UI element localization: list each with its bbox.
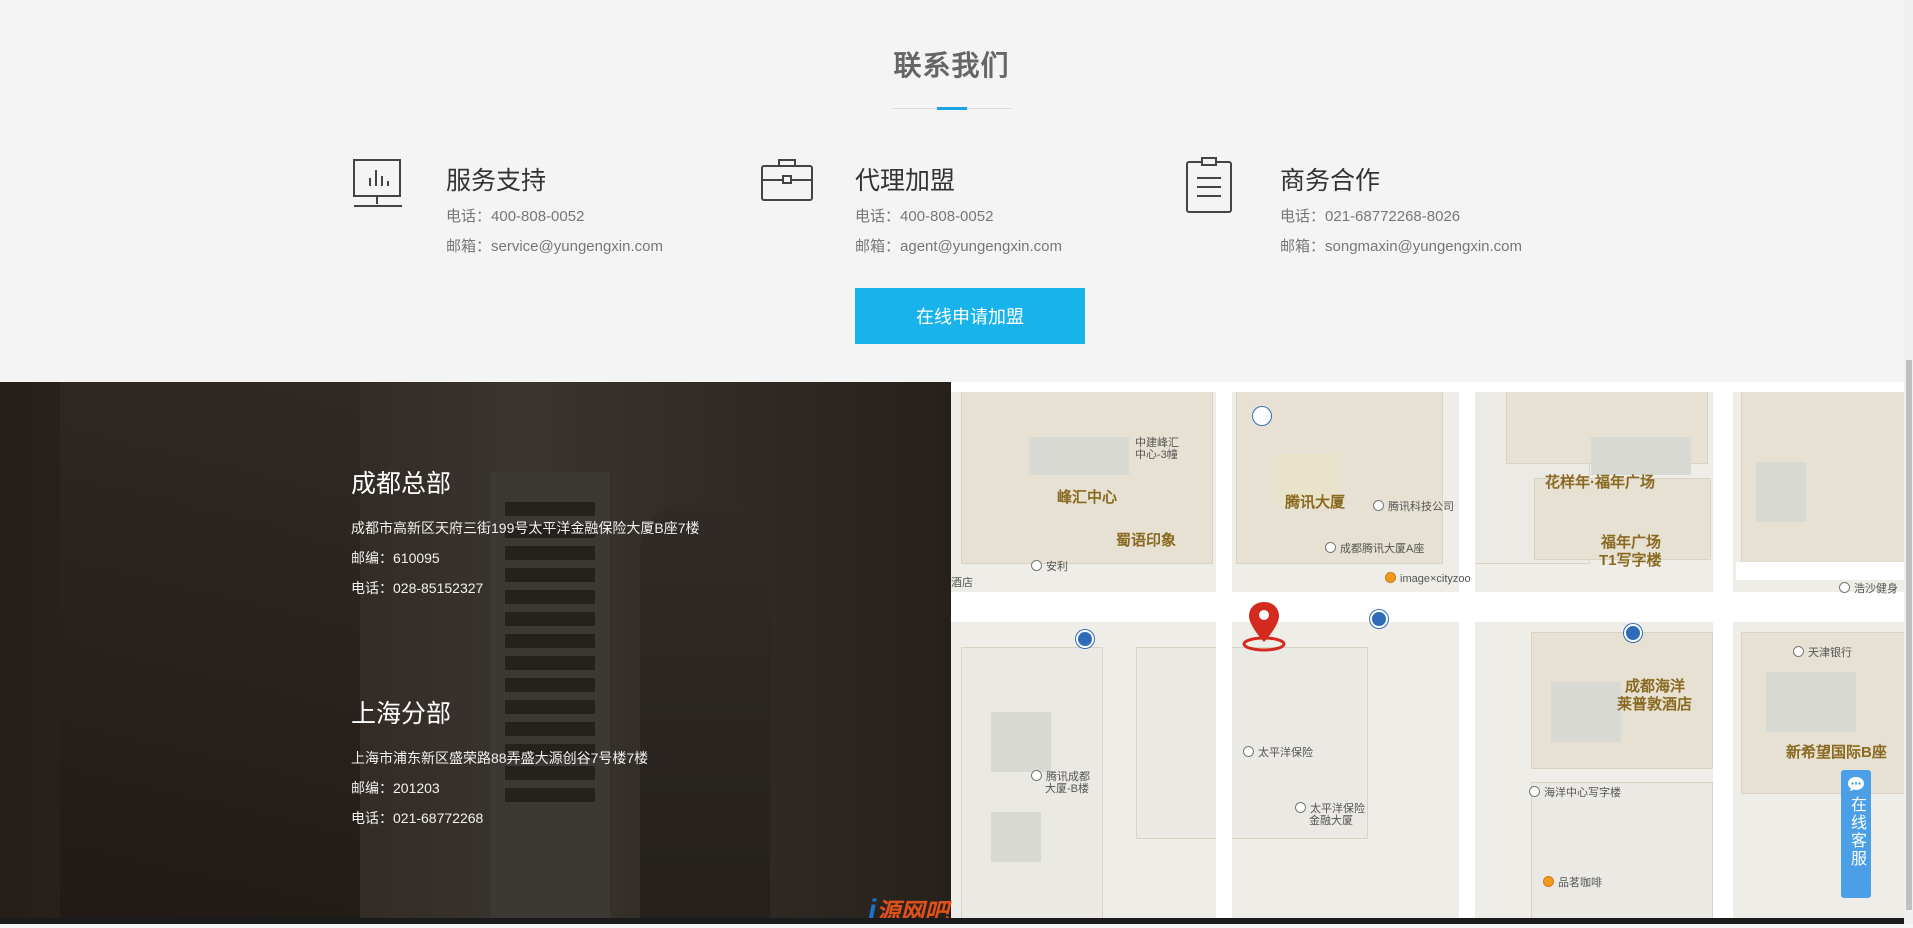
map-label: 成都海洋 <box>1625 678 1686 695</box>
apply-online-button[interactable]: 在线申请加盟 <box>855 288 1085 344</box>
map-poi: 浩沙健身 <box>1839 580 1898 596</box>
location-pin-icon[interactable] <box>1241 600 1287 652</box>
map-poi: 金融大厦 <box>1309 815 1353 827</box>
background-overlay <box>0 382 951 918</box>
map-label: 蜀语印象 <box>1116 532 1177 549</box>
contact-section: 联系我们 服务支持 电话：400-808-0052 邮箱：service@yun… <box>0 0 1913 382</box>
clipboard-icon <box>1186 157 1232 213</box>
office-zip: 邮编：610095 <box>351 550 440 566</box>
map-label: T1写字楼 <box>1599 552 1662 569</box>
map-poi: 海洋中心写字楼 <box>1529 784 1621 800</box>
map-label: 峰汇中心 <box>1057 489 1118 506</box>
map-road <box>1216 382 1232 918</box>
map-poi: 酒店 <box>951 577 973 589</box>
online-service-button[interactable]: 在线客服 <box>1841 770 1871 898</box>
map-block <box>1531 782 1713 918</box>
bus-stop-icon <box>1370 610 1388 628</box>
card-phone: 电话：400-808-0052 <box>855 208 994 225</box>
chat-bubble-icon <box>1848 777 1864 791</box>
office-zip: 邮编：201203 <box>351 780 440 796</box>
office-chengdu: 成都总部 成都市高新区天府三街199号太平洋金融保险大厦B座7楼 邮编：6100… <box>351 464 699 596</box>
map-label: 腾讯大厦 <box>1285 494 1346 511</box>
map-road <box>951 592 1904 622</box>
parking-icon <box>1253 407 1271 425</box>
map-building <box>1551 682 1621 742</box>
map-label: 莱普敦酒店 <box>1617 696 1693 713</box>
map-poi: 品茗咖啡 <box>1543 874 1602 890</box>
map-poi: 安利 <box>1031 558 1068 574</box>
map-building <box>1766 672 1856 732</box>
map-label: 新希望国际B座 <box>1786 744 1887 761</box>
bus-stop-icon <box>1624 624 1642 642</box>
map-building <box>1591 437 1691 475</box>
card-phone: 电话：400-808-0052 <box>446 208 585 225</box>
bus-stop-icon <box>1076 630 1094 648</box>
card-email[interactable]: 邮箱：agent@yungengxin.com <box>855 235 1062 256</box>
map-poi: 天津银行 <box>1793 644 1852 660</box>
monitor-chart-icon <box>353 159 402 207</box>
map-building <box>1029 437 1129 475</box>
online-service-label: 在线客服 <box>1848 796 1865 868</box>
map-poi: 腾讯科技公司 <box>1373 498 1454 514</box>
office-phone: 电话：028-85152327 <box>351 580 484 596</box>
map-poi: 成都腾讯大厦A座 <box>1325 540 1424 556</box>
map-poi: 太平洋保险 <box>1243 744 1313 760</box>
card-email[interactable]: 邮箱：service@yungengxin.com <box>446 235 663 256</box>
card-email[interactable]: 邮箱：songmaxin@yungengxin.com <box>1280 235 1522 256</box>
map-building <box>1756 462 1806 522</box>
office-name: 上海分部 <box>351 700 452 728</box>
map-road <box>1736 562 1904 580</box>
office-panel: 成都总部 成都市高新区天府三街199号太平洋金融保险大厦B座7楼 邮编：6100… <box>0 382 951 918</box>
office-shanghai: 上海分部 上海市浦东新区盛荣路88弄盛大源创谷7号楼7楼 邮编：201203 电… <box>351 694 648 826</box>
title-divider-accent <box>937 107 967 110</box>
map-building <box>991 812 1041 862</box>
card-title: 服务支持 <box>446 167 547 195</box>
map-poi: 大厦-B楼 <box>1045 783 1089 795</box>
card-title: 代理加盟 <box>855 167 956 195</box>
office-address: 成都市高新区天府三街199号太平洋金融保险大厦B座7楼 <box>351 520 700 536</box>
map-building <box>991 712 1051 772</box>
scrollbar-thumb[interactable] <box>1906 360 1912 910</box>
location-map[interactable]: 峰汇中心 蜀语印象 腾讯大厦 花样年·福年广场 福年广场 T1写字楼 成都海洋 … <box>951 382 1904 918</box>
bottom-bar <box>0 918 1913 924</box>
map-road <box>1713 382 1733 918</box>
map-label: 福年广场 <box>1601 534 1662 551</box>
office-address: 上海市浦东新区盛荣路88弄盛大源创谷7号楼7楼 <box>351 750 649 766</box>
map-road <box>1459 382 1475 918</box>
card-phone: 电话：021-68772268-8026 <box>1280 208 1461 225</box>
map-road <box>951 382 1904 392</box>
map-label: 花样年·福年广场 <box>1545 474 1655 491</box>
section-title: 联系我们 <box>893 50 1010 81</box>
office-phone: 电话：021-68772268 <box>351 810 484 826</box>
card-title: 商务合作 <box>1280 167 1381 195</box>
office-name: 成都总部 <box>351 470 452 498</box>
map-poi: image×cityzoo <box>1385 572 1471 585</box>
map-poi: 中心-3幢 <box>1135 449 1178 461</box>
briefcase-icon <box>761 159 813 201</box>
